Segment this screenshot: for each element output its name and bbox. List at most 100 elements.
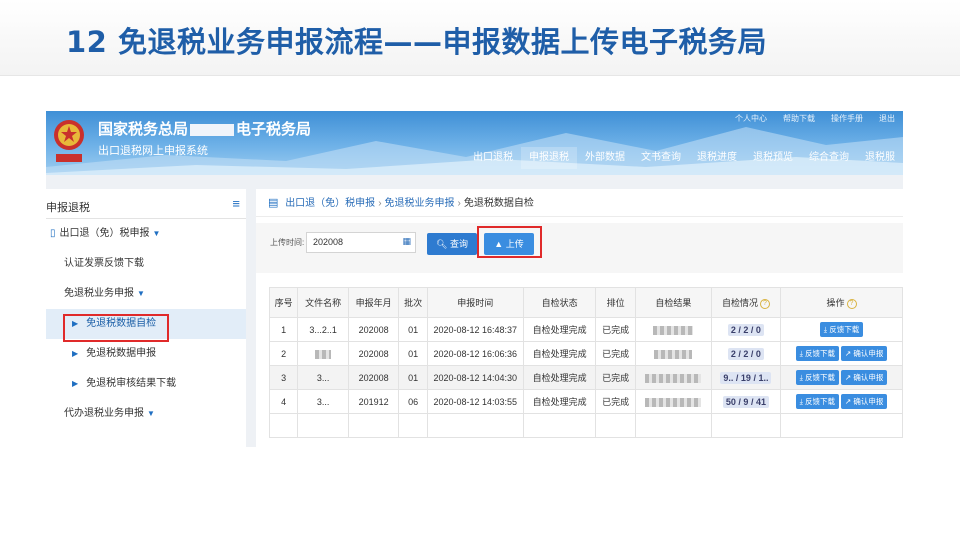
table-row[interactable]: 3 3... 202008 01 2020-08-12 14:04:30 自检处… <box>268 365 903 390</box>
col-header-no: 序号 <box>268 287 299 318</box>
cell-status: 自检处理完成 <box>522 317 597 342</box>
table-row[interactable]: 1 3...2..1 202008 01 2020-08-12 16:48:37… <box>268 317 903 342</box>
redacted-region <box>645 373 702 383</box>
chevron-down-icon: ▼ <box>152 229 161 238</box>
nav-item-declare-refund[interactable]: 申报退税 <box>521 147 577 169</box>
cell-file: 3... <box>297 365 349 390</box>
feedback-download-button[interactable]: ⤓ 反馈下载 <box>795 394 840 409</box>
cell-status: 自检处理完成 <box>522 389 597 414</box>
cell-ym: 202008 <box>347 365 400 390</box>
cell-time: 2020-08-12 14:04:30 <box>426 365 524 390</box>
cell-rank: 已完成 <box>595 341 636 366</box>
table-header-row: 序号 文件名称 申报年月 批次 申报时间 自检状态 排位 自检结果 自检情况? … <box>268 287 903 318</box>
situation-badge[interactable]: 9.. / 19 / 1.. <box>720 371 772 384</box>
query-button[interactable]: 🔍︎ 查询 <box>427 233 477 255</box>
cell-situation: 2 / 2 / 0 <box>710 317 782 342</box>
cell-status: 自检处理完成 <box>522 365 597 390</box>
sidebar-item-label: 免退税业务申报 <box>64 288 134 299</box>
feedback-download-button[interactable]: ⤓ 反馈下载 <box>819 322 864 337</box>
site-banner: 国家税务总局 电子税务局 出口退税网上申报系统 个人中心 帮助下载 操作手册 退出… <box>46 111 903 175</box>
sidebar-item-label: 免退税数据申报 <box>86 348 157 359</box>
situation-badge[interactable]: 50 / 9 / 41 <box>722 395 769 408</box>
cell-empty <box>780 413 903 438</box>
nav-item-general-query[interactable]: 综合查询 <box>801 147 857 169</box>
chevron-right-icon: ▶ <box>72 349 79 358</box>
sidebar: 申报退税 ≡ ▯ 出口退（免）税申报 ▼ 认证发票反馈下载 免退税业务申报 ▼ ▶ 免退… <box>46 189 246 447</box>
redacted-region <box>654 349 693 359</box>
cell-result <box>634 317 712 342</box>
table-row[interactable]: 4 3... 201912 06 2020-08-12 14:03:55 自检处… <box>268 389 903 414</box>
sidebar-item-agent-declare[interactable]: 代办退税业务申报 ▼ <box>46 399 246 429</box>
slide-title: 12 免退税业务申报流程——申报数据上传电子税务局 <box>66 25 767 59</box>
sidebar-item-exempt-declare[interactable]: 免退税业务申报 ▼ <box>46 279 246 309</box>
sidebar-item-data-declare[interactable]: ▶ 免退税数据申报 <box>46 339 246 369</box>
redacted-region <box>653 325 694 335</box>
cell-rank: 已完成 <box>595 317 636 342</box>
cell-batch: 01 <box>398 341 428 366</box>
site-subtitle: 出口退税网上申报系统 <box>98 145 208 157</box>
button-label: 确认申报 <box>853 397 884 406</box>
self-check-table: 序号 文件名称 申报年月 批次 申报时间 自检状态 排位 自检结果 自检情况? … <box>268 287 903 438</box>
site-brand: 国家税务总局 电子税务局 <box>98 118 311 139</box>
col-header-file: 文件名称 <box>297 287 349 318</box>
situation-badge[interactable]: 2 / 2 / 0 <box>727 323 764 336</box>
highlight-box-upload <box>477 226 542 258</box>
breadcrumb-link-export[interactable]: 出口退（免）税申报 <box>285 198 375 209</box>
cell-batch: 01 <box>398 365 428 390</box>
confirm-declare-button[interactable]: ↗ 确认申报 <box>841 346 888 361</box>
cell-file <box>297 341 349 366</box>
button-label: 确认申报 <box>853 349 884 358</box>
sidebar-item-export-declare[interactable]: ▯ 出口退（免）税申报 ▼ <box>46 219 246 249</box>
cell-situation: 9.. / 19 / 1.. <box>710 365 782 390</box>
feedback-download-button[interactable]: ⤓ 反馈下载 <box>795 370 840 385</box>
info-icon[interactable]: ? <box>846 298 857 309</box>
menu-toggle-icon[interactable]: ≡ <box>232 196 240 211</box>
situation-badge[interactable]: 2 / 2 / 0 <box>727 347 764 360</box>
sidebar-item-label: 免退税审核结果下载 <box>86 378 177 389</box>
col-header-rank: 排位 <box>595 287 636 318</box>
cell-empty <box>426 413 524 438</box>
sidebar-item-invoice-feedback[interactable]: 认证发票反馈下载 <box>46 249 246 279</box>
nav-item-external-data[interactable]: 外部数据 <box>577 147 633 169</box>
nav-item-refund-service[interactable]: 退税服 <box>857 147 903 169</box>
nav-item-refund-preview[interactable]: 退税预览 <box>745 147 801 169</box>
cell-empty <box>297 413 349 438</box>
feedback-download-button[interactable]: ⤓ 反馈下载 <box>795 346 840 361</box>
breadcrumb-link-exempt[interactable]: 免退税业务申报 <box>385 198 455 209</box>
cell-ym: 201912 <box>347 389 400 414</box>
cell-status: 自检处理完成 <box>522 341 597 366</box>
cell-result <box>634 341 712 366</box>
sidebar-title: 申报退税 <box>46 202 90 214</box>
col-header-result: 自检结果 <box>634 287 712 318</box>
slide-title-bar: 12 免退税业务申报流程——申报数据上传电子税务局 <box>0 0 960 76</box>
col-header-situation: 自检情况? <box>710 287 782 318</box>
nav-item-export-refund[interactable]: 出口退税 <box>465 147 521 169</box>
button-label: 反馈下载 <box>829 325 860 334</box>
cell-no: 1 <box>268 317 299 342</box>
sidebar-item-audit-download[interactable]: ▶ 免退税审核结果下载 <box>46 369 246 399</box>
cell-empty <box>268 413 299 438</box>
nav-item-document-query[interactable]: 文书查询 <box>633 147 689 169</box>
cell-actions: ⤓ 反馈下载 <box>780 317 903 342</box>
top-links[interactable]: 个人中心 帮助下载 操作手册 退出 <box>735 113 895 124</box>
sidebar-item-label: 出口退（免）税申报 <box>59 228 150 239</box>
cell-time: 2020-08-12 16:06:36 <box>426 341 524 366</box>
table-row[interactable]: 2 202008 01 2020-08-12 16:06:36 自检处理完成 已… <box>268 341 903 366</box>
brand-prefix: 国家税务总局 <box>98 121 189 138</box>
cell-actions: ⤓ 反馈下载 ↗ 确认申报 <box>780 341 903 366</box>
upload-time-input[interactable]: 202008 ▦ <box>306 232 416 253</box>
calendar-icon[interactable]: ▦ <box>402 236 411 247</box>
button-label: 反馈下载 <box>805 373 836 382</box>
cell-ym: 202008 <box>347 317 400 342</box>
cell-time: 2020-08-12 14:03:55 <box>426 389 524 414</box>
sidebar-header: 申报退税 ≡ <box>46 189 246 219</box>
nav-item-refund-progress[interactable]: 退税进度 <box>689 147 745 169</box>
confirm-declare-button[interactable]: ↗ 确认申报 <box>841 394 888 409</box>
col-header-status: 自检状态 <box>522 287 597 318</box>
confirm-declare-button[interactable]: ↗ 确认申报 <box>841 370 888 385</box>
cell-no: 3 <box>268 365 299 390</box>
cell-batch: 01 <box>398 317 428 342</box>
cell-empty <box>710 413 782 438</box>
top-nav: 出口退税 申报退税 外部数据 文书查询 退税进度 退税预览 综合查询 退税服 <box>465 147 903 169</box>
info-icon[interactable]: ? <box>759 298 770 309</box>
